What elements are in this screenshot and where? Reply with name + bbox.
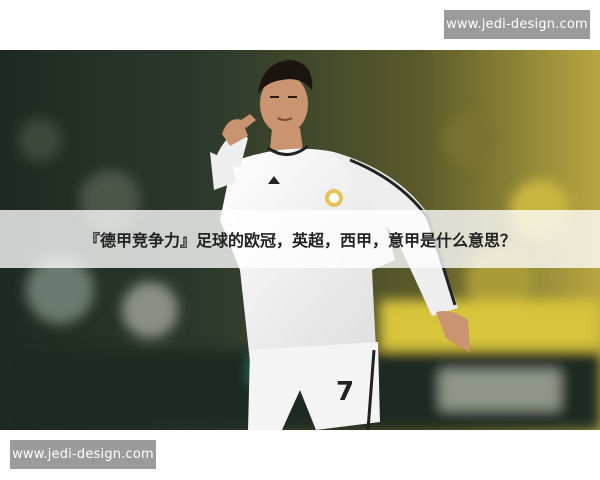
shorts — [248, 342, 380, 430]
hero-photo: 7 『德甲竞争力』足球的欧冠，英超，西甲，意甲是什么意思？ — [0, 50, 600, 430]
kit-number: 7 — [336, 377, 354, 407]
caption-band: 『德甲竞争力』足球的欧冠，英超，西甲，意甲是什么意思？ — [0, 210, 600, 268]
watermark-badge-top: www.jedi-design.com — [444, 10, 590, 39]
watermark-text: www.jedi-design.com — [446, 17, 588, 32]
watermark-badge-bottom: www.jedi-design.com — [10, 440, 156, 469]
caption-title: 『德甲竞争力』足球的欧冠，英超，西甲，意甲是什么意思？ — [83, 231, 516, 250]
watermark-text: www.jedi-design.com — [12, 447, 154, 462]
